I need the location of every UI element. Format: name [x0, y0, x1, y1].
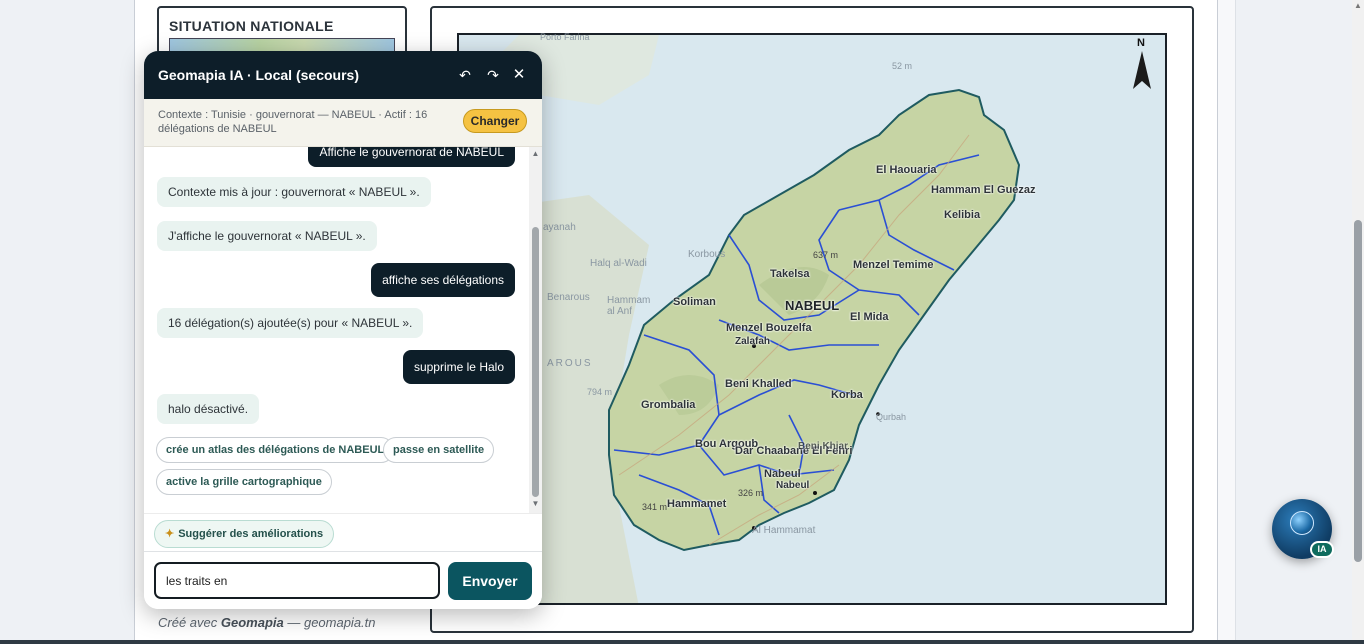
message-user: supprime le Halo [402, 350, 515, 384]
label-beni-khiar: Beni Khiar [798, 441, 849, 452]
elevation-52: 52 m [892, 61, 913, 71]
elevation-637: 637 m [813, 250, 839, 260]
change-context-button[interactable]: Changer [463, 109, 527, 133]
chat-scroll-thumb[interactable] [532, 227, 539, 497]
suggestion-chip-atlas[interactable]: crée un atlas des délégations de NABEUL [156, 437, 395, 463]
sparkle-icon: ✦ [165, 528, 175, 540]
suggest-area: ✦ Suggérer des améliorations [144, 513, 542, 551]
label-kelibia: Kelibia [944, 209, 981, 221]
faint-arous: AROUS [547, 358, 593, 369]
credit-prefix: Créé avec [158, 615, 221, 630]
context-text: Contexte : Tunisie · gouvernorat — NABEU… [158, 109, 428, 135]
context-bar: Contexte : Tunisie · gouvernorat — NABEU… [144, 99, 542, 147]
label-grombalia: Grombalia [641, 399, 696, 411]
right-gutter [1218, 0, 1236, 644]
credit-line: Créé avec Geomapia — geomapia.tn [158, 615, 376, 630]
elevation-794: 794 m [587, 387, 613, 397]
faint-qurbah: Qurbah [876, 412, 907, 422]
suggest-label: Suggérer des améliorations [178, 528, 324, 540]
chat-input[interactable] [154, 562, 440, 599]
chat-panel: Geomapia IA · Local (secours) ↶ ↷ ✕ Cont… [144, 51, 542, 609]
faint-korbous: Korbous [688, 249, 726, 260]
faint-halq-al-wadi: Halq al-Wadi [590, 258, 647, 269]
map-canvas[interactable] [457, 33, 1167, 605]
chat-scrollbar[interactable]: ▲ ▼ [529, 147, 542, 513]
label-el-haouaria: El Haouaria [876, 164, 937, 176]
faint-hammam-al-anf: Hammam al Anf [607, 295, 651, 317]
chat-header: Geomapia IA · Local (secours) ↶ ↷ ✕ [144, 51, 542, 99]
message-bot: J'affiche le gouvernorat « NABEUL ». [157, 221, 377, 251]
globe-icon [1290, 511, 1314, 535]
input-area: Envoyer [144, 551, 542, 609]
chat-title: Geomapia IA · Local (secours) [158, 67, 359, 83]
suggestion-chip-satellite[interactable]: passe en satellite [383, 437, 495, 463]
label-menzel-temime: Menzel Temime [853, 259, 934, 271]
label-takelsa: Takelsa [770, 268, 810, 280]
scroll-up-icon[interactable]: ▲ [1354, 2, 1362, 10]
message-bot: 16 délégation(s) ajoutée(s) pour « NABEU… [157, 308, 424, 338]
message-user: Affiche le gouvernorat de NABEUL [308, 147, 515, 167]
label-beni-khalled: Beni Khalled [725, 378, 792, 390]
label-menzel-bouzelfa: Menzel Bouzelfa [726, 322, 812, 334]
label-hammam-el-guezaz: Hammam El Guezaz [931, 184, 1036, 196]
label-zalafah: Zalafah [735, 336, 771, 347]
label-soliman: Soliman [673, 296, 716, 308]
send-button[interactable]: Envoyer [448, 562, 532, 600]
situation-title: SITUATION NATIONALE [169, 18, 334, 34]
message-bot: halo désactivé. [157, 394, 260, 424]
message-bot: Contexte mis à jour : gouvernorat « NABE… [157, 177, 431, 207]
scroll-up-icon[interactable]: ▲ [530, 149, 541, 159]
undo-icon[interactable]: ↶ [456, 65, 474, 85]
map-svg [459, 35, 1165, 603]
taskbar-edge [0, 640, 1364, 644]
close-icon[interactable]: ✕ [510, 65, 528, 85]
elevation-341: 341 m [642, 502, 668, 512]
faint-ayanah: ayanah [543, 222, 576, 233]
page-scroll-thumb[interactable] [1354, 220, 1362, 562]
label-nabeul: Nabeul [764, 468, 801, 480]
ia-tag: IA [1310, 541, 1334, 558]
credit-brand: Geomapia [220, 615, 284, 630]
redo-icon[interactable]: ↷ [484, 65, 502, 85]
label-korba: Korba [831, 389, 863, 401]
faint-porto-farina: Porto Farina [540, 32, 590, 42]
label-el-mida: El Mida [850, 311, 889, 323]
page-scrollbar[interactable]: ▲ [1352, 0, 1364, 644]
credit-suffix: — geomapia.tn [283, 615, 376, 630]
north-arrow-icon [1133, 51, 1151, 89]
message-user: affiche ses délégations [371, 263, 515, 297]
elevation-326: 326 m [738, 488, 764, 498]
suggest-improvements-button[interactable]: ✦ Suggérer des améliorations [154, 520, 335, 548]
faint-al-hammamat: Al Hammamat [752, 525, 816, 536]
ia-assistant-button[interactable]: IA [1272, 499, 1334, 559]
label-hammamet: Hammamet [667, 498, 727, 510]
scroll-down-icon[interactable]: ▼ [530, 499, 541, 509]
label-nabeul-governorate: NABEUL [785, 298, 840, 313]
faint-benarous: Benarous [547, 292, 590, 303]
label-nabeul-town: Nabeul [776, 480, 810, 491]
message-list: Affiche le gouvernorat de NABEUL Context… [144, 147, 542, 513]
suggestion-chip-grid[interactable]: active la grille cartographique [156, 469, 332, 495]
